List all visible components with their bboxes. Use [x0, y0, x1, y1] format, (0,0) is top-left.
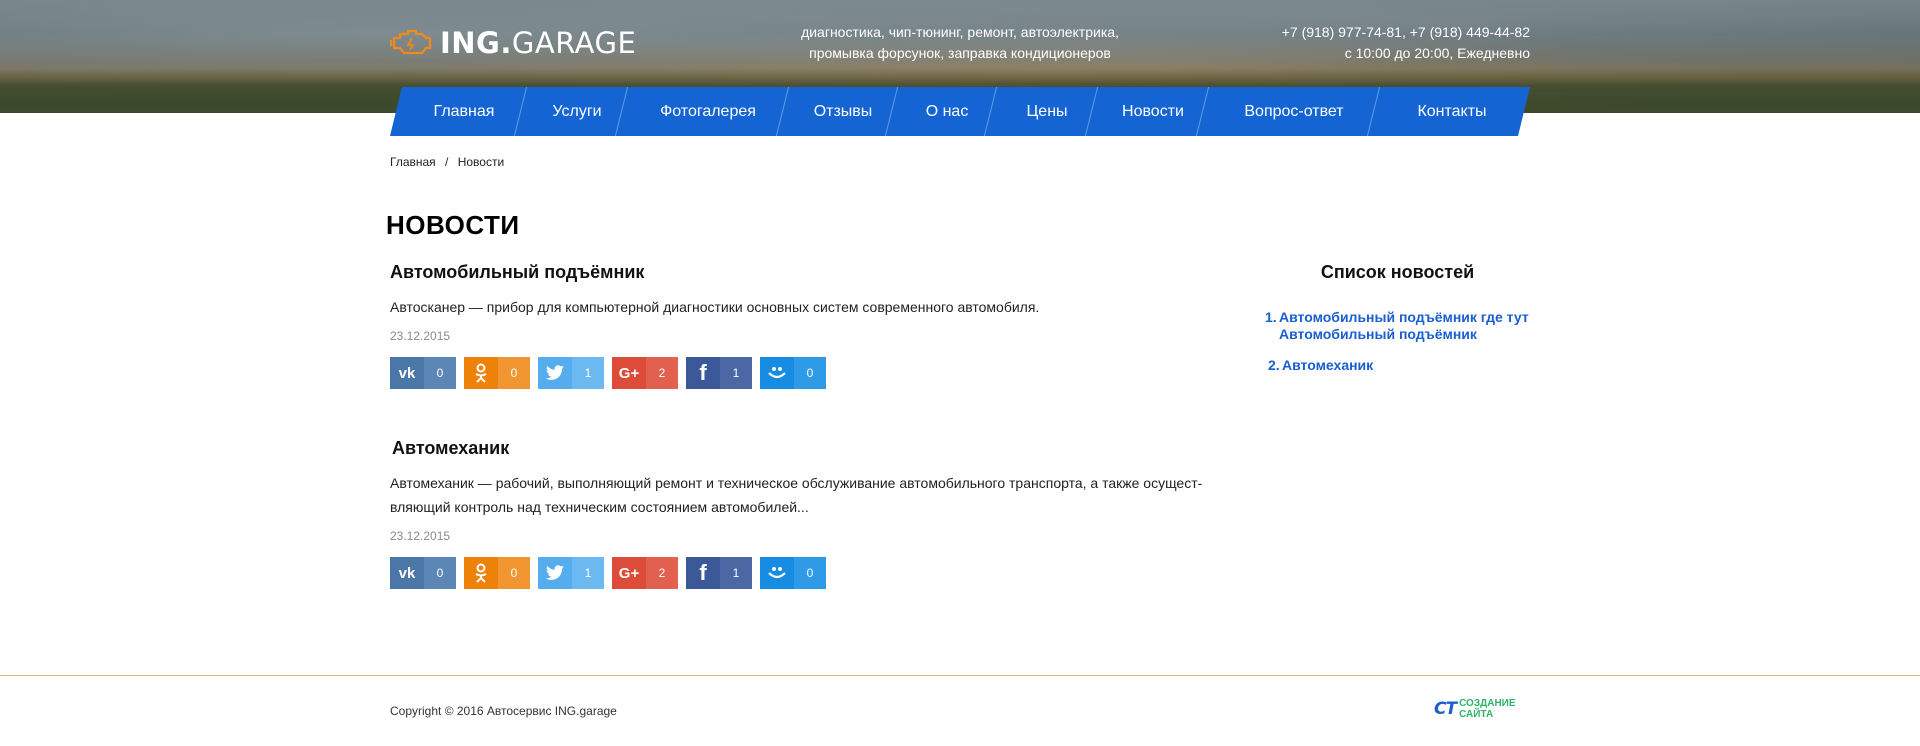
nav-item-reviews[interactable]: Отзывы [789, 87, 897, 136]
share-buttons: vk 0 0 1 G+ 2 f 1 0 [390, 557, 1230, 589]
odnoklassniki-icon [464, 557, 498, 589]
creator-label-line-1: СОЗДАНИЕ [1459, 698, 1516, 709]
news-title[interactable]: Автомобильный подъёмник [390, 262, 1230, 283]
twitter-icon [538, 557, 572, 589]
nav-item-gallery[interactable]: Фотогалерея [628, 87, 788, 136]
news-list-link[interactable]: Автомобильный подъёмник где тут [1279, 309, 1529, 325]
share-count: 0 [498, 557, 530, 589]
creator-label: СОЗДАНИЕ САЙТА [1459, 698, 1515, 720]
creator-label-line-2: САЙТА [1459, 709, 1494, 720]
list-number: 2. [1268, 357, 1280, 373]
share-count: 1 [572, 357, 604, 389]
share-count: 0 [498, 357, 530, 389]
google-plus-icon: G+ [612, 557, 646, 589]
nav-item-services[interactable]: Услуги [527, 87, 627, 136]
working-hours: с 10:00 до 20:00, Ежедневно [1344, 45, 1530, 61]
news-title[interactable]: Автомеханик [392, 438, 1230, 459]
news-item: Автомеханик Автомеханик — рабочий, выпол… [390, 438, 1230, 589]
site-creator-link[interactable]: СТ СОЗДАНИЕ САЙТА [1434, 698, 1516, 720]
share-gplus-button[interactable]: G+ 2 [612, 557, 678, 589]
share-ok-button[interactable]: 0 [464, 357, 530, 389]
share-count: 0 [794, 557, 826, 589]
share-buttons: vk 0 0 1 G+ 2 f 1 0 [390, 357, 1230, 389]
breadcrumb-home[interactable]: Главная [390, 155, 436, 169]
main-nav: Главная Услуги Фотогалерея Отзывы О нас … [390, 87, 1530, 136]
share-twitter-button[interactable]: 1 [538, 357, 604, 389]
share-facebook-button[interactable]: f 1 [686, 557, 752, 589]
news-excerpt-line-2: вляющий контроль над техническим состоян… [390, 499, 809, 515]
share-count: 1 [720, 357, 752, 389]
news-excerpt: Автомеханик — рабочий, выполняющий ремон… [390, 471, 1230, 519]
news-list-link[interactable]: Автомеханик [1282, 357, 1373, 373]
nav-menu: Главная Услуги Фотогалерея Отзывы О нас … [390, 87, 1524, 136]
share-count: 2 [646, 357, 678, 389]
creator-logo-icon: СТ [1434, 699, 1457, 719]
share-count: 1 [572, 557, 604, 589]
mailru-icon [760, 557, 794, 589]
breadcrumb: Главная / Новости [390, 155, 510, 169]
share-count: 0 [424, 357, 456, 389]
odnoklassniki-icon [464, 357, 498, 389]
site-logo[interactable]: ING.GARAGE [390, 26, 636, 60]
mailru-icon [760, 357, 794, 389]
tagline-line-1: диагностика, чип-тюнинг, ремонт, автоэле… [801, 24, 1119, 40]
news-item: Автомобильный подъёмник Автосканер — при… [390, 262, 1230, 389]
news-excerpt-line-1: Автомеханик — рабочий, выполняющий ремон… [390, 475, 1203, 491]
twitter-icon [538, 357, 572, 389]
breadcrumb-separator: / [445, 155, 449, 169]
sidebar-title: Список новостей [1320, 262, 1475, 282]
news-date: 23.12.2015 [390, 529, 451, 543]
nav-item-news[interactable]: Новости [1098, 87, 1208, 136]
breadcrumb-current: Новости [457, 155, 505, 169]
share-gplus-button[interactable]: G+ 2 [612, 357, 678, 389]
page-title: НОВОСТИ [386, 210, 520, 240]
news-excerpt: Автосканер — прибор для компьютерной диа… [390, 299, 1040, 315]
facebook-icon: f [686, 357, 720, 389]
nav-item-contacts[interactable]: Контакты [1380, 87, 1524, 136]
nav-item-faq[interactable]: Вопрос-ответ [1209, 87, 1379, 136]
share-mailru-button[interactable]: 0 [760, 357, 826, 389]
logo-text: ING.GARAGE [440, 26, 637, 60]
news-list: 1. Автомобильный подъёмник где тут Автомо… [1265, 309, 1535, 374]
news-list-item[interactable]: 2. Автомеханик [1268, 357, 1535, 374]
news-list-link-continuation[interactable]: Автомобильный подъёмник [1279, 326, 1477, 342]
share-count: 2 [646, 557, 678, 589]
footer-divider [0, 675, 1920, 676]
share-vk-button[interactable]: vk 0 [390, 357, 456, 389]
vk-icon: vk [390, 357, 424, 389]
nav-item-prices[interactable]: Цены [997, 87, 1097, 136]
google-plus-icon: G+ [612, 357, 646, 389]
news-date: 23.12.2015 [390, 329, 451, 343]
share-count: 0 [794, 357, 826, 389]
news-list-sidebar: Список новостей 1. Автомобильный подъёмни… [1265, 262, 1535, 388]
share-ok-button[interactable]: 0 [464, 557, 530, 589]
news-list-item[interactable]: 1. Автомобильный подъёмник где тут Автомо… [1265, 309, 1535, 343]
share-count: 1 [720, 557, 752, 589]
share-twitter-button[interactable]: 1 [538, 557, 604, 589]
share-facebook-button[interactable]: f 1 [686, 357, 752, 389]
engine-icon [390, 29, 432, 55]
tagline-line-2: промывка форсунок, заправка кондиционеро… [809, 45, 1111, 61]
vk-icon: vk [390, 557, 424, 589]
header-contacts: +7 (918) 977-74-81, +7 (918) 449-44-82 с… [1282, 22, 1530, 64]
phone-numbers[interactable]: +7 (918) 977-74-81, +7 (918) 449-44-82 [1282, 22, 1530, 43]
copyright: Copyright © 2016 Автосервис ING.garage [390, 704, 617, 718]
services-tagline: диагностика, чип-тюнинг, ремонт, автоэле… [770, 22, 1150, 64]
share-vk-button[interactable]: vk 0 [390, 557, 456, 589]
nav-item-about[interactable]: О нас [898, 87, 996, 136]
share-count: 0 [424, 557, 456, 589]
list-number: 1. [1265, 309, 1277, 325]
share-mailru-button[interactable]: 0 [760, 557, 826, 589]
nav-item-home[interactable]: Главная [390, 87, 526, 136]
facebook-icon: f [686, 557, 720, 589]
